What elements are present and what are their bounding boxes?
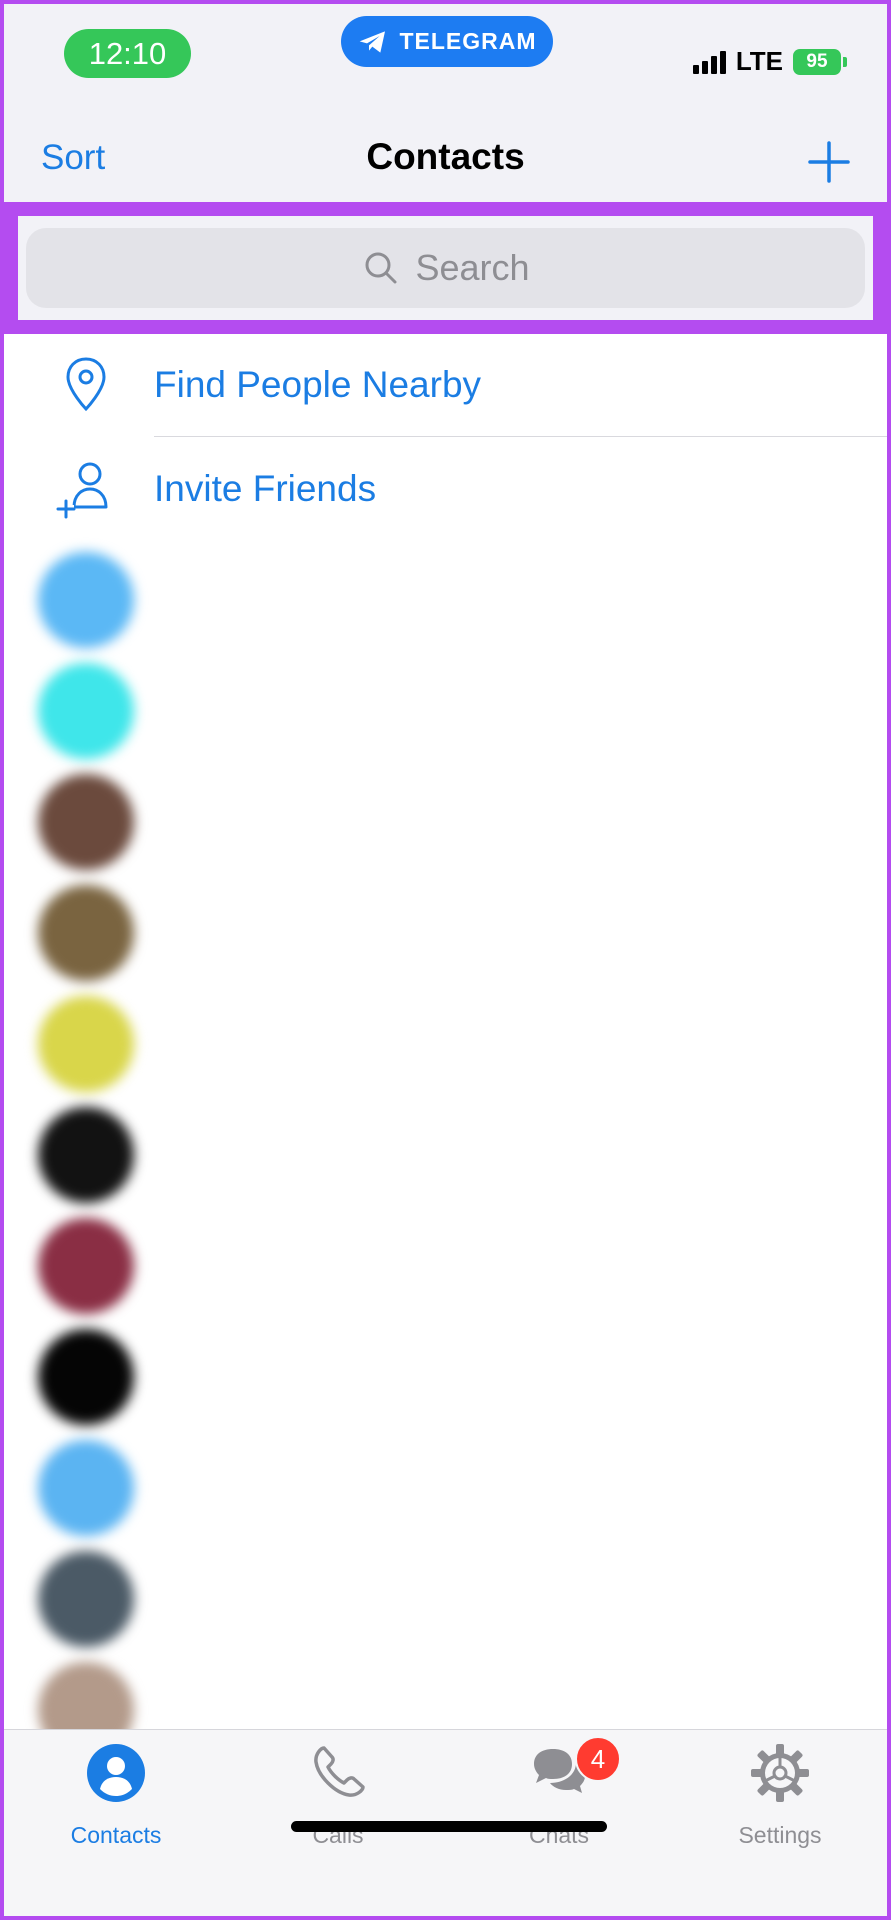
page-title: Contacts <box>366 136 525 177</box>
tab-contacts[interactable]: Contacts <box>16 1742 216 1872</box>
search-bar-container: Search <box>18 216 873 320</box>
app-pill-label: TELEGRAM <box>399 28 537 54</box>
tab-calls[interactable]: Calls <box>238 1742 438 1872</box>
home-indicator <box>291 1821 607 1832</box>
avatar <box>38 996 134 1092</box>
status-time: 12:10 <box>64 29 191 78</box>
search-icon <box>365 252 397 284</box>
avatar <box>38 1329 134 1425</box>
invite-friends-row[interactable]: Invite Friends <box>4 438 887 540</box>
search-highlight-box: Search <box>4 202 887 334</box>
network-label: LTE <box>735 46 783 76</box>
phone-screen: 12:10 TELEGRAM LTE 95 Contacts Sort Sear… <box>0 0 891 1920</box>
avatar <box>38 885 134 981</box>
battery-icon: 95 <box>793 48 841 75</box>
phone-icon <box>314 1746 365 1797</box>
avatar <box>38 1218 134 1314</box>
contact-row[interactable] <box>4 1321 887 1432</box>
location-pin-icon <box>66 357 106 412</box>
search-input[interactable]: Search <box>26 228 865 308</box>
contact-row[interactable] <box>4 544 887 655</box>
avatar <box>38 1551 134 1647</box>
tab-settings[interactable]: Settings <box>680 1742 880 1872</box>
tab-contacts-label: Contacts <box>70 1822 162 1848</box>
invite-friends-label: Invite Friends <box>154 468 377 509</box>
contact-row[interactable] <box>4 1099 887 1210</box>
contact-row[interactable] <box>4 988 887 1099</box>
find-people-nearby-label: Find People Nearby <box>154 364 482 405</box>
telegram-plane-icon <box>360 30 386 53</box>
avatar <box>38 1440 134 1536</box>
row-divider <box>154 436 887 437</box>
plus-icon[interactable] <box>807 140 851 184</box>
telegram-indicator-pill[interactable]: TELEGRAM <box>341 16 553 67</box>
avatar <box>38 774 134 870</box>
contact-row[interactable] <box>4 1210 887 1321</box>
add-person-icon <box>56 462 108 519</box>
contact-row[interactable] <box>4 655 887 766</box>
chats-unread-badge: 4 <box>575 1736 621 1782</box>
tab-chats[interactable]: 4 Chats <box>459 1736 659 1872</box>
signal-icon <box>692 50 726 74</box>
contact-row[interactable] <box>4 877 887 988</box>
find-people-nearby-row[interactable]: Find People Nearby <box>4 334 887 436</box>
contact-row[interactable] <box>4 766 887 877</box>
status-bar: 12:10 TELEGRAM LTE 95 <box>4 4 887 112</box>
battery-cap <box>843 56 847 67</box>
search-placeholder: Search <box>415 247 530 288</box>
avatar <box>38 663 134 759</box>
navigation-bar: Contacts Sort <box>4 112 887 202</box>
contact-row[interactable] <box>4 1543 887 1654</box>
battery-level: 95 <box>806 50 828 72</box>
avatar <box>38 1107 134 1203</box>
tab-bar: Contacts Calls 4 Chats Settings <box>4 1729 887 1916</box>
contact-row[interactable] <box>4 1432 887 1543</box>
sort-button[interactable]: Sort <box>41 138 105 178</box>
gear-icon <box>751 1744 809 1802</box>
person-circle-icon <box>87 1744 145 1802</box>
status-indicators: LTE 95 <box>692 46 847 77</box>
tab-settings-label: Settings <box>738 1822 822 1848</box>
avatar <box>38 552 134 648</box>
